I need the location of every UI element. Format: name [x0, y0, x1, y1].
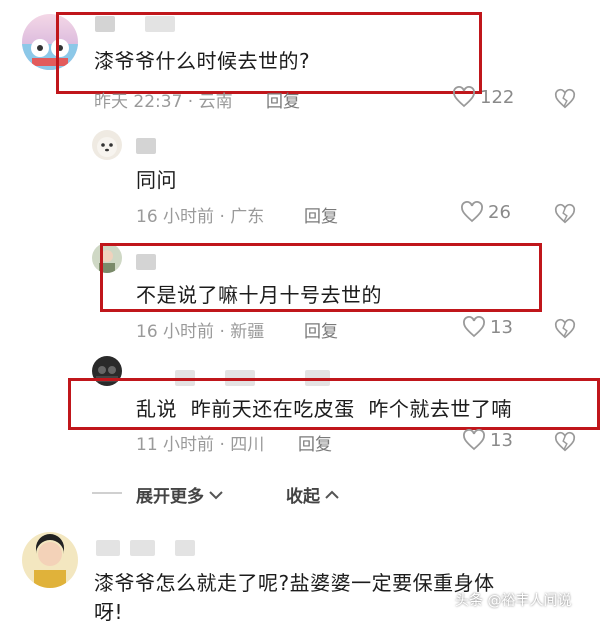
comment-text: 乱说 昨前天还在吃皮蛋 咋个就去世了喃 — [136, 397, 512, 421]
comment-text: 不是说了嘛十月十号去世的 — [136, 283, 382, 307]
like-button[interactable]: 13 — [462, 316, 513, 338]
dislike-icon[interactable] — [554, 318, 576, 340]
comment-meta: 昨天 22:37 · 云南 — [94, 92, 233, 112]
username-extra — [175, 540, 195, 556]
expand-more-button[interactable]: 展开更多 — [136, 482, 224, 507]
comment-meta: 16 小时前 · 新疆 — [136, 322, 265, 342]
dislike-icon[interactable] — [554, 88, 576, 110]
comment-text: 漆爷爷什么时候去世的? — [94, 49, 311, 73]
username[interactable] — [96, 540, 120, 556]
expand-more-label: 展开更多 — [136, 487, 204, 507]
comment-meta: 16 小时前 · 广东 — [136, 207, 265, 227]
comment-meta: 11 小时前 · 四川 — [136, 435, 265, 455]
collapse-label: 收起 — [286, 487, 320, 507]
reply-button[interactable]: 回复 — [298, 430, 332, 455]
like-button[interactable]: 122 — [452, 86, 514, 108]
reply-button[interactable]: 回复 — [304, 202, 338, 227]
like-button[interactable]: 13 — [462, 429, 513, 451]
dislike-icon[interactable] — [554, 431, 576, 453]
dislike-icon[interactable] — [554, 203, 576, 225]
chevron-down-icon — [208, 489, 224, 501]
avatar-image — [97, 137, 117, 157]
avatar[interactable] — [22, 532, 78, 588]
heart-icon — [452, 86, 476, 108]
avatar-image — [34, 534, 66, 588]
like-count: 122 — [480, 86, 515, 108]
like-count: 13 — [490, 429, 513, 451]
comment-text-continued: 呀! — [94, 600, 124, 624]
username-extra — [130, 540, 155, 556]
divider — [92, 492, 122, 494]
like-button[interactable]: 26 — [460, 201, 511, 223]
comment-text: 同问 — [136, 168, 177, 192]
reply-button[interactable]: 回复 — [304, 317, 338, 342]
heart-icon — [462, 429, 486, 451]
reply-button[interactable]: 回复 — [266, 87, 300, 112]
like-count: 26 — [488, 201, 511, 223]
heart-icon — [462, 316, 486, 338]
username[interactable] — [136, 138, 156, 154]
watermark: 头条 @裕丰人间说 — [455, 593, 572, 609]
like-count: 13 — [490, 316, 513, 338]
collapse-button[interactable]: 收起 — [286, 482, 340, 507]
avatar[interactable] — [92, 130, 122, 160]
comment-text: 漆爷爷怎么就走了呢?盐婆婆一定要保重身体 — [94, 571, 495, 595]
chevron-up-icon — [324, 489, 340, 501]
heart-icon — [460, 201, 484, 223]
